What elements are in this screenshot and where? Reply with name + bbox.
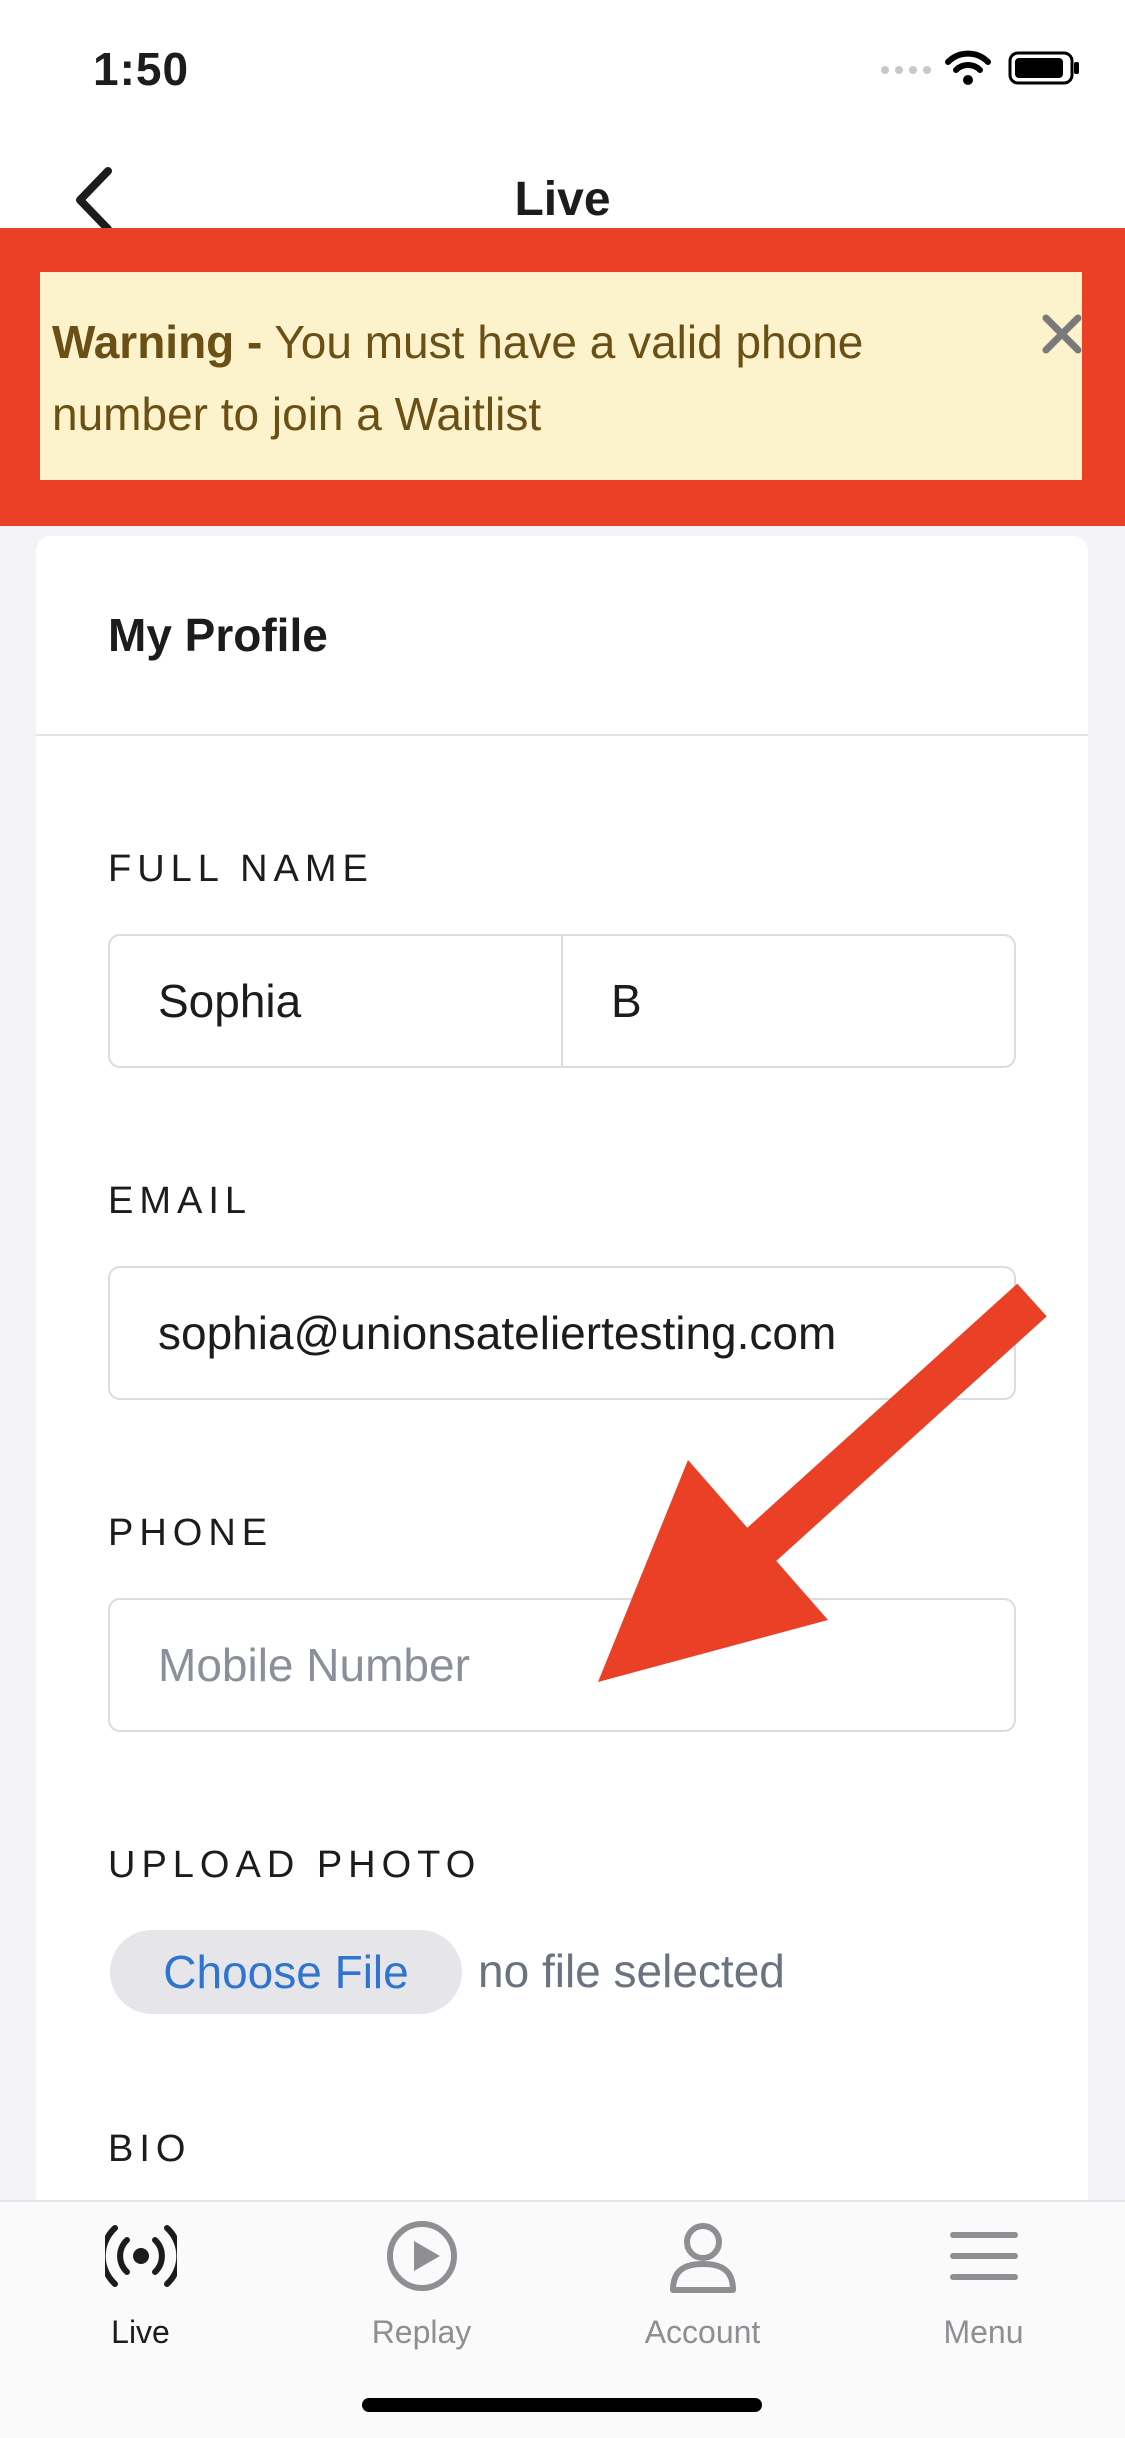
warning-message: Warning - You must have a valid phone nu… <box>52 306 992 450</box>
wifi-icon <box>945 50 991 85</box>
choose-file-button[interactable]: Choose File <box>110 1930 462 2014</box>
warning-label: Warning - <box>52 316 263 368</box>
bio-label: BIO <box>108 2128 192 2170</box>
home-indicator <box>362 2398 762 2412</box>
tab-label: Account <box>644 2314 761 2350</box>
battery-icon <box>1008 51 1079 85</box>
status-time: 1:50 <box>93 43 190 95</box>
profile-title: My Profile <box>108 609 328 661</box>
page-title: Live <box>514 173 611 226</box>
cellular-signal-icon <box>881 66 931 74</box>
account-person-icon <box>670 2223 736 2293</box>
tab-menu[interactable]: Menu <box>843 2210 1124 2360</box>
tab-label: Live <box>111 2314 170 2350</box>
divider <box>36 734 1088 736</box>
phone-input[interactable]: Mobile Number <box>108 1598 1016 1732</box>
live-broadcast-icon <box>105 2225 177 2287</box>
play-circle-icon <box>387 2221 457 2291</box>
tab-replay[interactable]: Replay <box>281 2210 562 2360</box>
close-icon[interactable] <box>1038 310 1086 358</box>
full-name-label: FULL NAME <box>108 848 374 890</box>
tab-label: Menu <box>943 2314 1024 2350</box>
tab-live[interactable]: Live <box>0 2210 281 2360</box>
tab-label: Replay <box>371 2314 472 2350</box>
upload-photo-label: UPLOAD PHOTO <box>108 1844 482 1886</box>
menu-hamburger-icon <box>950 2232 1018 2280</box>
email-label: EMAIL <box>108 1180 253 1222</box>
email-field[interactable]: sophia@unionsateliertesting.com <box>108 1266 1016 1400</box>
first-name-input[interactable]: Sophia <box>108 934 563 1068</box>
tab-account[interactable]: Account <box>562 2210 843 2360</box>
last-name-input[interactable]: B <box>561 934 1016 1068</box>
phone-label: PHONE <box>108 1512 274 1554</box>
file-status: no file selected <box>478 1945 785 1997</box>
